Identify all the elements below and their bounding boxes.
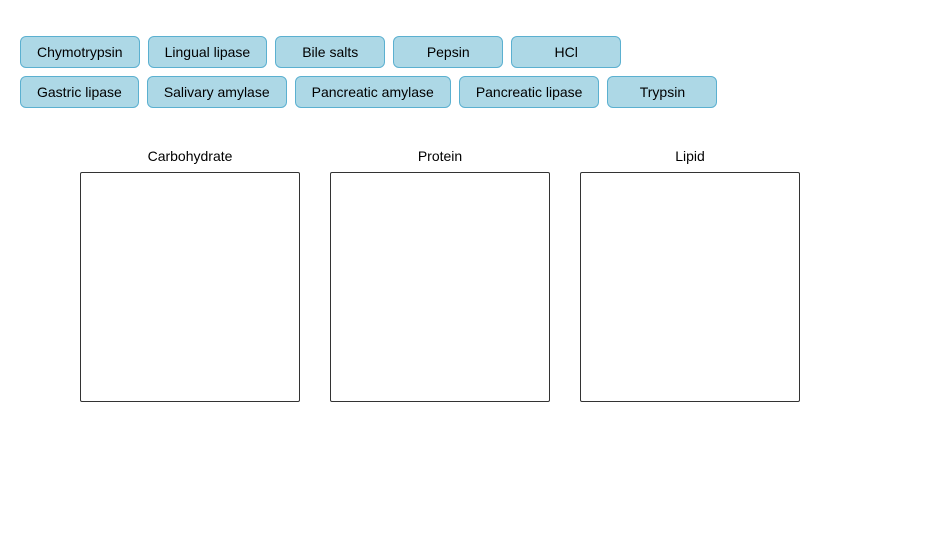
label-chip-hcl[interactable]: HCl: [511, 36, 621, 68]
drop-zone-box-lipid[interactable]: [580, 172, 800, 402]
labels-row-2: Gastric lipaseSalivary amylasePancreatic…: [20, 76, 810, 108]
label-chip-pancreatic-lipase[interactable]: Pancreatic lipase: [459, 76, 600, 108]
drop-zone-wrapper-lipid: Lipid: [580, 148, 800, 402]
label-chip-pancreatic-amylase[interactable]: Pancreatic amylase: [295, 76, 451, 108]
label-chip-lingual-lipase[interactable]: Lingual lipase: [148, 36, 268, 68]
drop-zone-wrapper-carbohydrate: Carbohydrate: [80, 148, 300, 402]
label-chip-gastric-lipase[interactable]: Gastric lipase: [20, 76, 139, 108]
drop-zones-row: Carbohydrate Protein Lipid: [80, 148, 820, 402]
labels-row-1: ChymotrypsinLingual lipaseBile saltsPeps…: [20, 36, 810, 68]
drop-zone-label-lipid: Lipid: [675, 148, 705, 164]
label-chip-chymotrypsin[interactable]: Chymotrypsin: [20, 36, 140, 68]
label-chip-bile-salts[interactable]: Bile salts: [275, 36, 385, 68]
drop-zone-box-protein[interactable]: [330, 172, 550, 402]
drop-zone-label-carbohydrate: Carbohydrate: [148, 148, 233, 164]
drop-zone-wrapper-protein: Protein: [330, 148, 550, 402]
labels-container: ChymotrypsinLingual lipaseBile saltsPeps…: [20, 36, 810, 108]
drop-zones-section: Carbohydrate Protein Lipid: [20, 148, 913, 402]
drop-zone-box-carbohydrate[interactable]: [80, 172, 300, 402]
label-chip-trypsin[interactable]: Trypsin: [607, 76, 717, 108]
label-chip-salivary-amylase[interactable]: Salivary amylase: [147, 76, 287, 108]
label-chip-pepsin[interactable]: Pepsin: [393, 36, 503, 68]
drop-zone-label-protein: Protein: [418, 148, 462, 164]
